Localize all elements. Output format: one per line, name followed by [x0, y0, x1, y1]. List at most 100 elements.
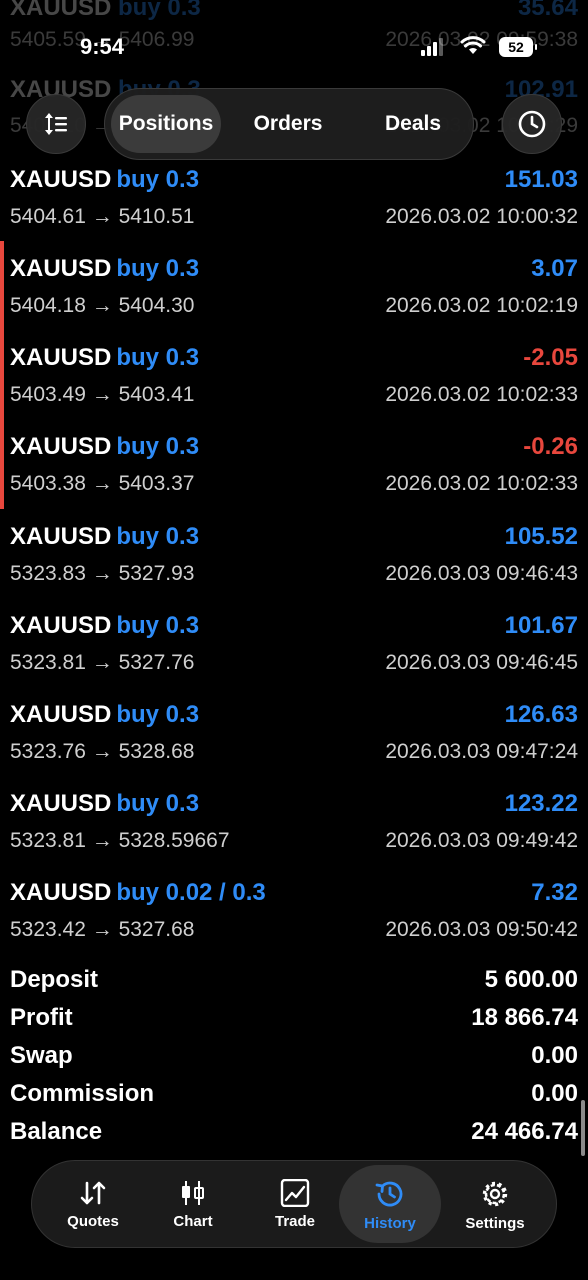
deal-side: buy 0.3 — [116, 344, 200, 371]
deal-symbol: XAUUSD — [10, 701, 112, 728]
nav-trade[interactable]: Trade — [244, 1165, 346, 1243]
deal-title: XAUUSD buy 0.3 — [10, 523, 199, 551]
summary-value: 24 466.74 — [471, 1118, 578, 1145]
deal-row[interactable]: XAUUSD buy 0.3 3.07 5404.18 → 5404.30 202… — [0, 241, 588, 334]
deal-symbol: XAUUSD — [10, 612, 112, 639]
deal-profit: -0.26 — [523, 433, 578, 460]
chart-icon — [182, 1181, 204, 1205]
summary-row-profit: Profit 18 866.74 — [0, 1000, 588, 1038]
wifi-icon — [460, 36, 486, 54]
bottom-nav: Quotes Chart Trade History Settings — [31, 1160, 557, 1248]
deal-title: XAUUSD buy 0.3 — [10, 255, 199, 283]
deal-time: 2026.03.03 09:46:43 — [385, 562, 578, 585]
deal-prices: 5404.18 → 5404.30 — [10, 294, 195, 317]
nav-label: Settings — [465, 1215, 525, 1232]
nav-chart[interactable]: Chart — [142, 1165, 244, 1243]
settings-icon — [482, 1181, 508, 1207]
deal-title: XAUUSD buy 0.3 — [10, 701, 199, 729]
deal-symbol: XAUUSD — [10, 790, 112, 817]
deal-symbol: XAUUSD — [10, 255, 112, 282]
summary-value: 18 866.74 — [471, 1004, 578, 1031]
period-button[interactable] — [502, 94, 562, 154]
history-icon — [375, 1181, 403, 1207]
deal-row[interactable]: XAUUSD buy 0.3 123.22 5323.81 → 5328.5966… — [0, 780, 588, 869]
summary-value: 0.00 — [531, 1042, 578, 1069]
history-tabs: Positions Orders Deals — [104, 88, 474, 160]
deal-prices: 5323.81 → 5328.59667 — [10, 829, 230, 852]
deal-profit: 3.07 — [531, 255, 578, 282]
tab-orders[interactable]: Orders — [233, 95, 343, 153]
deal-side: buy 0.3 — [116, 166, 200, 193]
nav-settings[interactable]: Settings — [444, 1165, 546, 1243]
deal-side: buy 0.3 — [116, 701, 200, 728]
nav-label: History — [364, 1215, 416, 1232]
tab-deals[interactable]: Deals — [359, 95, 467, 153]
summary-row-deposit: Deposit 5 600.00 — [0, 962, 588, 1000]
tab-positions[interactable]: Positions — [111, 95, 221, 153]
deal-row[interactable]: XAUUSD buy 0.3 105.52 5323.83 → 5327.93 2… — [0, 513, 588, 602]
status-bar: 9:54 52 — [0, 0, 588, 64]
deal-title: XAUUSD buy 0.3 — [10, 790, 199, 818]
sort-icon — [45, 113, 67, 135]
deal-side: buy 0.3 — [116, 612, 200, 639]
deal-profit: -2.05 — [523, 344, 578, 371]
deal-side: buy 0.02 / 0.3 — [116, 879, 266, 906]
deal-symbol: XAUUSD — [10, 879, 112, 906]
deal-prices: 5404.61 → 5410.51 — [10, 205, 195, 228]
deal-profit: 105.52 — [504, 523, 578, 550]
deal-row[interactable]: XAUUSD buy 0.3 151.03 5404.61 → 5410.51 2… — [0, 156, 588, 245]
deal-prices: 5323.42 → 5327.68 — [10, 918, 195, 941]
deal-time: 2026.03.03 09:46:45 — [385, 651, 578, 674]
deal-prices: 5403.49 → 5403.41 — [10, 383, 195, 406]
deal-time: 2026.03.02 10:00:32 — [385, 205, 578, 228]
deal-row[interactable]: XAUUSD buy 0.02 / 0.3 7.32 5323.42 → 5327… — [0, 869, 588, 958]
summary-value: 5 600.00 — [484, 966, 578, 993]
nav-label: Chart — [173, 1213, 213, 1230]
deal-marker — [0, 334, 4, 423]
deal-symbol: XAUUSD — [10, 433, 112, 460]
deal-symbol: XAUUSD — [10, 344, 112, 371]
summary-label: Commission — [10, 1080, 155, 1107]
deal-profit: 101.67 — [504, 612, 578, 639]
deal-time: 2026.03.03 09:47:24 — [385, 740, 578, 763]
deal-row[interactable]: XAUUSD buy 0.3 126.63 5323.76 → 5328.68 2… — [0, 691, 588, 780]
deal-row[interactable]: XAUUSD buy 0.3 101.67 5323.81 → 5327.76 2… — [0, 602, 588, 691]
deal-symbol: XAUUSD — [10, 166, 112, 193]
status-time: 9:54 — [80, 34, 125, 59]
quotes-icon — [80, 1181, 106, 1205]
nav-label: Trade — [274, 1213, 316, 1230]
deal-profit: 7.32 — [531, 879, 578, 906]
deal-profit: 126.63 — [504, 701, 578, 728]
deal-prices: 5323.76 → 5328.68 — [10, 740, 195, 763]
deal-symbol: XAUUSD — [10, 523, 112, 550]
summary-row-balance: Balance 24 466.74 — [0, 1114, 588, 1152]
deal-profit: 123.22 — [504, 790, 578, 817]
deal-time: 2026.03.02 10:02:33 — [385, 472, 578, 495]
sort-button[interactable] — [26, 94, 86, 154]
deal-row[interactable]: XAUUSD buy 0.3 -2.05 5403.49 → 5403.41 20… — [0, 334, 588, 423]
deal-profit: 151.03 — [504, 166, 578, 193]
trade-icon — [280, 1179, 310, 1207]
deal-title: XAUUSD buy 0.3 — [10, 166, 199, 194]
deal-prices: 5323.83 → 5327.93 — [10, 562, 195, 585]
deal-side: buy 0.3 — [116, 433, 200, 460]
summary-label: Balance — [10, 1118, 103, 1145]
nav-label: Quotes — [67, 1213, 119, 1230]
deal-title: XAUUSD buy 0.02 / 0.3 — [10, 879, 266, 907]
summary-label: Swap — [10, 1042, 73, 1069]
deal-title: XAUUSD buy 0.3 — [10, 344, 199, 372]
nav-history[interactable]: History — [339, 1165, 441, 1243]
battery-indicator: 52 — [499, 37, 537, 57]
scrollbar[interactable] — [581, 1100, 585, 1156]
deal-time: 2026.03.02 10:02:33 — [385, 383, 578, 406]
clock-icon — [518, 110, 546, 138]
summary-row-commission: Commission 0.00 — [0, 1076, 588, 1114]
deal-row[interactable]: XAUUSD buy 0.3 -0.26 5403.38 → 5403.37 20… — [0, 423, 588, 512]
deal-marker — [0, 423, 4, 509]
deal-title: XAUUSD buy 0.3 — [10, 433, 199, 461]
deal-marker — [0, 241, 4, 334]
nav-quotes[interactable]: Quotes — [42, 1165, 144, 1243]
deal-time: 2026.03.03 09:50:42 — [385, 918, 578, 941]
deal-prices: 5323.81 → 5327.76 — [10, 651, 195, 674]
deal-time: 2026.03.02 10:02:19 — [385, 294, 578, 317]
